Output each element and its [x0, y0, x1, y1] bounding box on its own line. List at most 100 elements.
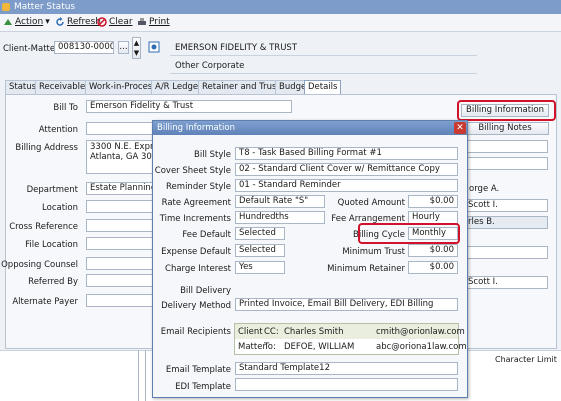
matter-info-icon[interactable]: [148, 41, 160, 53]
toolbar: Action ▾ Refresh Clear Print: [0, 14, 561, 32]
action-icon: [4, 19, 12, 25]
minimum-retainer-input[interactable]: $0.00: [408, 261, 458, 274]
time-increments-label: Time Increments: [159, 214, 231, 224]
delivery-method-input[interactable]: Printed Invoice, Email Bill Delivery, ED…: [235, 298, 458, 311]
billing-information-highlight: [457, 100, 556, 121]
right-field-1[interactable]: [464, 140, 548, 153]
expense-default-label: Expense Default: [161, 247, 231, 257]
client-name-rule: [170, 55, 477, 56]
reminder-style-label: Reminder Style: [166, 182, 231, 192]
minimum-trust-input[interactable]: $0.00: [408, 244, 458, 257]
delivery-method-label: Delivery Method: [161, 301, 231, 311]
rate-agreement-label: Rate Agreement: [161, 198, 231, 208]
client-name: EMERSON FIDELITY & TRUST: [175, 43, 298, 53]
recipient-2-who: Matter: [238, 342, 266, 352]
time-increments-input[interactable]: Hundredths: [235, 211, 325, 224]
cover-sheet-style-input[interactable]: 02 - Standard Client Cover w/ Remittance…: [235, 163, 458, 176]
app-icon: [2, 3, 10, 11]
right-value-responsible: orge A.: [469, 184, 500, 194]
cover-sheet-style-label: Cover Sheet Style: [154, 166, 231, 176]
action-menu[interactable]: Action ▾: [3, 17, 50, 27]
edi-template-label: EDI Template: [175, 382, 231, 392]
right-field-6[interactable]: Scott I.: [464, 276, 548, 289]
bill-style-input[interactable]: T8 - Task Based Billing Format #1: [235, 147, 458, 160]
fee-default-input[interactable]: Selected: [235, 227, 285, 240]
bill-style-label: Bill Style: [194, 150, 231, 160]
referred-by-input[interactable]: [86, 274, 156, 287]
recipient-1-who: Client: [238, 327, 263, 337]
fee-default-label: Fee Default: [182, 230, 231, 240]
email-template-input[interactable]: Standard Template12: [235, 362, 458, 375]
client-type: Other Corporate: [175, 61, 245, 71]
character-limit-label: Character Limit: [495, 355, 557, 364]
recipient-1-name: Charles Smith: [284, 327, 344, 337]
expense-default-input[interactable]: Selected: [235, 244, 285, 257]
alternate-payer-label: Alternate Payer: [12, 297, 78, 307]
refresh-icon: [56, 17, 64, 26]
email-recipients-label: Email Recipients: [160, 327, 231, 337]
window-title: Matter Status: [14, 2, 76, 12]
opposing-counsel-input[interactable]: [86, 257, 156, 270]
print-icon: [138, 18, 146, 25]
edi-template-input[interactable]: [235, 378, 458, 391]
window-title-bar: Matter Status: [0, 0, 561, 14]
alternate-payer-input[interactable]: [86, 294, 156, 307]
opposing-counsel-label: Opposing Counsel: [1, 260, 78, 270]
clear-icon: [97, 17, 107, 27]
billing-address-label: Billing Address: [15, 143, 78, 153]
tab-work-in-process[interactable]: Work-in-Process: [85, 80, 161, 94]
recipient-1-cc: CC:: [264, 327, 279, 337]
charge-interest-input[interactable]: Yes: [235, 261, 285, 274]
department-input[interactable]: Estate Planning: [86, 182, 156, 195]
matter-stepper[interactable]: ▲ ▼: [132, 37, 141, 59]
close-icon[interactable]: ✕: [454, 122, 466, 134]
client-type-rule: [170, 73, 477, 74]
attention-label: Attention: [38, 125, 78, 135]
recipient-2-name: DEFOE, WILLIAM: [284, 342, 355, 352]
chevron-down-icon: ▾: [45, 17, 50, 27]
recipient-2-email: abc@oriona1law.com: [376, 342, 467, 352]
location-label: Location: [42, 203, 78, 213]
bill-delivery-label: Bill Delivery: [180, 286, 231, 296]
tab-strip: Status Receivables Work-in-Process A/R L…: [5, 80, 557, 94]
minimum-retainer-label: Minimum Retainer: [327, 264, 405, 274]
email-template-label: Email Template: [165, 365, 231, 375]
file-location-input[interactable]: [86, 237, 156, 250]
minimum-trust-label: Minimum Trust: [342, 247, 405, 257]
billing-cycle-highlight: [358, 223, 460, 244]
billing-address-line-1: 3300 N.E. Express: [90, 142, 155, 152]
billing-address-input[interactable]: 3300 N.E. Express Atlanta, GA 30341: [86, 140, 156, 174]
right-field-3[interactable]: Scott I.: [464, 199, 548, 212]
recipient-1-email: cmith@orionlaw.com: [376, 327, 465, 337]
billing-address-line-2: Atlanta, GA 30341: [90, 152, 155, 162]
quoted-amount-input[interactable]: $0.00: [408, 195, 458, 208]
tab-details[interactable]: Details: [304, 80, 342, 94]
charge-interest-label: Charge Interest: [165, 264, 231, 274]
rate-agreement-input[interactable]: Default Rate "S": [235, 195, 325, 208]
right-field-2[interactable]: [464, 157, 548, 170]
cross-reference-input[interactable]: [86, 219, 156, 232]
dialog-title: Billing Information: [153, 121, 467, 135]
attention-input[interactable]: [86, 122, 156, 135]
bill-to-input[interactable]: Emerson Fidelity & Trust: [86, 100, 292, 113]
tab-retainer-and-trust[interactable]: Retainer and Trust: [198, 80, 284, 94]
recipient-2-cc: To:: [264, 342, 276, 352]
bill-to-label: Bill To: [53, 103, 78, 113]
file-location-label: File Location: [25, 240, 78, 250]
referred-by-label: Referred By: [28, 277, 78, 287]
refresh-button[interactable]: Refresh: [55, 17, 101, 27]
cross-reference-label: Cross Reference: [9, 222, 78, 232]
lookup-button[interactable]: …: [118, 41, 129, 54]
clear-button[interactable]: Clear: [97, 17, 133, 27]
bottom-divider-1: [138, 350, 139, 401]
billing-information-dialog: Billing Information ✕ Bill Style T8 - Ta…: [152, 120, 468, 398]
right-field-4[interactable]: rles B.: [464, 216, 548, 229]
reminder-style-input[interactable]: 01 - Standard Reminder: [235, 179, 458, 192]
print-button[interactable]: Print: [137, 17, 170, 27]
department-label: Department: [26, 185, 78, 195]
location-input[interactable]: [86, 200, 156, 213]
billing-notes-button[interactable]: Billing Notes: [461, 122, 549, 135]
client-matter-label: Client-Matter: [3, 44, 59, 54]
right-field-5[interactable]: [464, 246, 548, 259]
client-matter-input[interactable]: 008130-000002: [54, 41, 114, 54]
